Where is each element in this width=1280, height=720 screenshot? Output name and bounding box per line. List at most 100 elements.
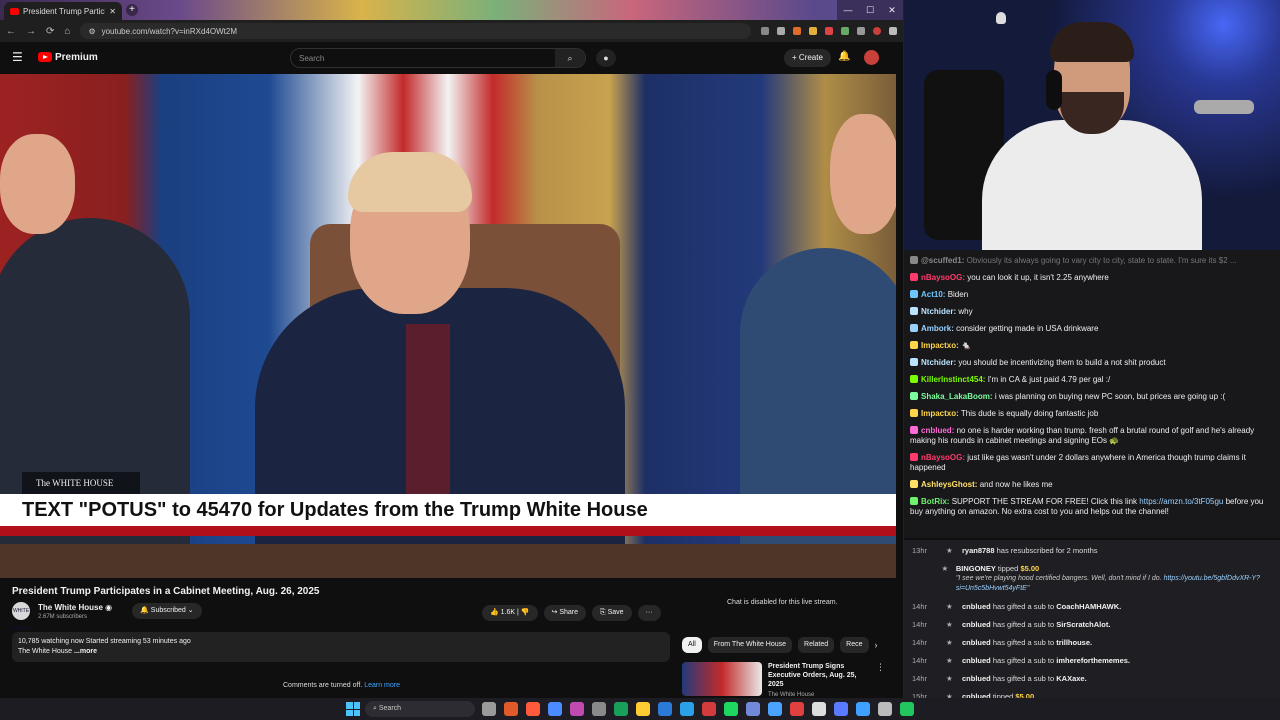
taskbar-app-icon[interactable] [768, 702, 782, 716]
extension-icon[interactable] [761, 27, 769, 35]
taskbar-app-icon[interactable] [746, 702, 760, 716]
recommended-thumbnail[interactable] [682, 662, 762, 696]
taskbar-search[interactable]: ⌕ Search [365, 701, 475, 717]
taskbar-app-icon[interactable] [636, 702, 650, 716]
chat-username[interactable]: Shaka_LakaBoom: [921, 392, 993, 401]
description-more-link[interactable]: ...more [74, 648, 97, 655]
taskbar-app-icon[interactable] [592, 702, 606, 716]
chat-username[interactable]: @scuffed1: [921, 256, 964, 265]
search-button[interactable]: ⌕ [555, 49, 585, 67]
chat-badge-icon [910, 358, 918, 366]
feed-target[interactable]: CoachHAMHAWK. [1056, 602, 1121, 611]
taskbar-app-icon[interactable] [482, 702, 496, 716]
forward-button[interactable]: → [26, 26, 36, 37]
profile-icon[interactable] [873, 27, 881, 35]
account-avatar[interactable] [864, 50, 879, 65]
taskbar-app-icon[interactable] [812, 702, 826, 716]
chat-username[interactable]: AshleysGhost: [921, 480, 977, 489]
chat-username[interactable]: nBaysoOG: [921, 273, 965, 282]
feed-target[interactable]: SirScratchAlot. [1056, 620, 1110, 629]
feed-user[interactable]: cnblued [962, 602, 991, 611]
create-button[interactable]: + Create [784, 49, 831, 67]
learn-more-link[interactable]: Learn more [364, 682, 400, 689]
kebab-menu-icon[interactable]: ⋮ [876, 662, 885, 700]
search-input[interactable]: Search [291, 54, 555, 63]
chat-username[interactable]: KillerInstinct454: [921, 375, 985, 384]
channel-name[interactable]: The White House ◉ [38, 603, 112, 612]
url-field[interactable]: ⚙ youtube.com/watch?v=inRXd4OWt2M [80, 23, 751, 39]
extension-icon[interactable] [809, 27, 817, 35]
taskbar-app-icon[interactable] [614, 702, 628, 716]
chevron-right-icon[interactable]: › [875, 640, 878, 650]
more-actions-icon[interactable]: ··· [637, 605, 661, 621]
taskbar-app-icon[interactable] [856, 702, 870, 716]
chat-username[interactable]: Act10: [921, 290, 945, 299]
browser-tab[interactable]: President Trump Participa ✕ [4, 2, 122, 20]
reload-button[interactable]: ⟳ [46, 26, 54, 37]
chat-username[interactable]: cnblued: [921, 426, 954, 435]
chat-link[interactable]: https://amzn.to/3tF05gu [1139, 497, 1223, 506]
feed-user[interactable]: cnblued [962, 638, 991, 647]
like-button[interactable]: 👍 1.6K | 👎 [482, 605, 538, 621]
maximize-button[interactable]: ☐ [859, 0, 881, 20]
description-box[interactable]: 10,785 watching now Started streaming 53… [12, 632, 670, 662]
voice-search-mic-icon[interactable]: ● [596, 49, 616, 67]
chat-username[interactable]: Impactxo: [921, 409, 959, 418]
site-info-icon[interactable]: ⚙ [88, 27, 95, 36]
chat-username[interactable]: Ntchider: [921, 358, 956, 367]
menu-dots-icon[interactable] [889, 27, 897, 35]
extension-icon[interactable] [793, 27, 801, 35]
feed-target[interactable]: trillhouse. [1056, 638, 1092, 647]
youtube-premium-logo[interactable]: Premium [38, 52, 98, 63]
taskbar-app-icon[interactable] [878, 702, 892, 716]
taskbar-app-icon[interactable] [548, 702, 562, 716]
video-player[interactable]: The WHITE HOUSE TEXT "POTUS" to 45470 fo… [0, 74, 896, 578]
chip-from-channel[interactable]: From The White House [707, 637, 793, 653]
close-tab-icon[interactable]: ✕ [109, 7, 116, 16]
taskbar-app-icon[interactable] [658, 702, 672, 716]
thumbs-down-icon[interactable]: 👎 [521, 609, 530, 616]
feed-target[interactable]: imhereforthememes. [1056, 656, 1130, 665]
feed-user[interactable]: cnblued [962, 620, 991, 629]
home-button[interactable]: ⌂ [64, 26, 70, 37]
taskbar-app-icon[interactable] [504, 702, 518, 716]
feed-user[interactable]: BINGONEY [956, 564, 996, 573]
chat-username[interactable]: nBaysoOG: [921, 453, 965, 462]
chat-username[interactable]: Ntchider: [921, 307, 956, 316]
extension-icon[interactable] [825, 27, 833, 35]
back-button[interactable]: ← [6, 26, 16, 37]
recommended-title[interactable]: President Trump Signs Executive Orders, … [768, 662, 870, 689]
chip-all[interactable]: All [682, 637, 702, 653]
taskbar-app-icon[interactable] [680, 702, 694, 716]
chat-username[interactable]: Ambork: [921, 324, 954, 333]
extensions-puzzle-icon[interactable] [857, 27, 865, 35]
close-window-button[interactable]: ✕ [881, 0, 903, 20]
notifications-bell-icon[interactable]: 🔔 [838, 51, 850, 62]
taskbar-app-icon[interactable] [570, 702, 584, 716]
feed-user[interactable]: cnblued [962, 656, 991, 665]
hamburger-menu-icon[interactable]: ☰ [12, 50, 24, 64]
taskbar-app-icon[interactable] [900, 702, 914, 716]
chat-username[interactable]: BotRix: [921, 497, 949, 506]
taskbar-app-icon[interactable] [702, 702, 716, 716]
extension-icon[interactable] [841, 27, 849, 35]
feed-target[interactable]: KAXaxe. [1056, 674, 1086, 683]
star-icon[interactable] [777, 27, 785, 35]
chip-related[interactable]: Related [798, 637, 835, 653]
new-tab-button[interactable]: + [126, 4, 138, 16]
minimize-button[interactable]: — [837, 0, 859, 20]
windows-start-icon[interactable] [346, 702, 360, 716]
subscribed-button[interactable]: 🔔 Subscribed ⌄ [132, 603, 202, 619]
chat-username[interactable]: Impactxo: [921, 341, 959, 350]
taskbar-app-icon[interactable] [790, 702, 804, 716]
recommended-video[interactable]: President Trump Signs Executive Orders, … [682, 662, 885, 700]
taskbar-app-icon[interactable] [724, 702, 738, 716]
save-button[interactable]: ⎘ Save [592, 605, 632, 621]
feed-user[interactable]: cnblued [962, 674, 991, 683]
channel-avatar[interactable]: WHITE HOUSE [12, 602, 30, 632]
feed-user[interactable]: ryan8788 [962, 546, 995, 555]
taskbar-app-icon[interactable] [526, 702, 540, 716]
chip-recent[interactable]: Rece [840, 637, 869, 653]
taskbar-app-icon[interactable] [834, 702, 848, 716]
share-button[interactable]: ↪ Share [543, 605, 587, 621]
